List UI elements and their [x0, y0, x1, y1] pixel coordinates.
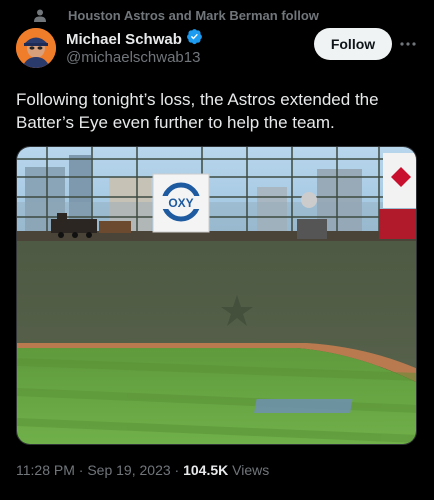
stadium-photo: OXY — [17, 147, 416, 444]
tweet-photo[interactable]: OXY — [16, 146, 417, 445]
oxy-sign-text: OXY — [168, 196, 193, 210]
more-options-icon[interactable] — [398, 34, 418, 54]
meta-separator: · — [170, 462, 184, 478]
author-handle[interactable]: @michaelschwab13 — [66, 49, 200, 66]
tweet-time[interactable]: 11:28 PM — [16, 462, 75, 478]
avatar[interactable] — [16, 28, 56, 68]
author-name-row[interactable]: Michael Schwab — [66, 28, 203, 50]
follow-button[interactable]: Follow — [314, 28, 392, 60]
views-count[interactable]: 104.5K — [183, 462, 228, 478]
tweet-text: Following tonight’s loss, the Astros ext… — [16, 90, 379, 132]
person-icon — [34, 9, 46, 27]
views-label: Views — [228, 462, 270, 478]
social-context-text[interactable]: Houston Astros and Mark Berman follow — [68, 8, 319, 23]
meta-separator: · — [74, 462, 88, 478]
tweet-date[interactable]: Sep 19, 2023 — [87, 462, 170, 478]
author-display-name[interactable]: Michael Schwab — [66, 31, 182, 48]
verified-badge-icon — [186, 28, 203, 50]
tweet-meta: 11:28 PM · Sep 19, 2023 · 104.5K Views — [16, 462, 269, 478]
